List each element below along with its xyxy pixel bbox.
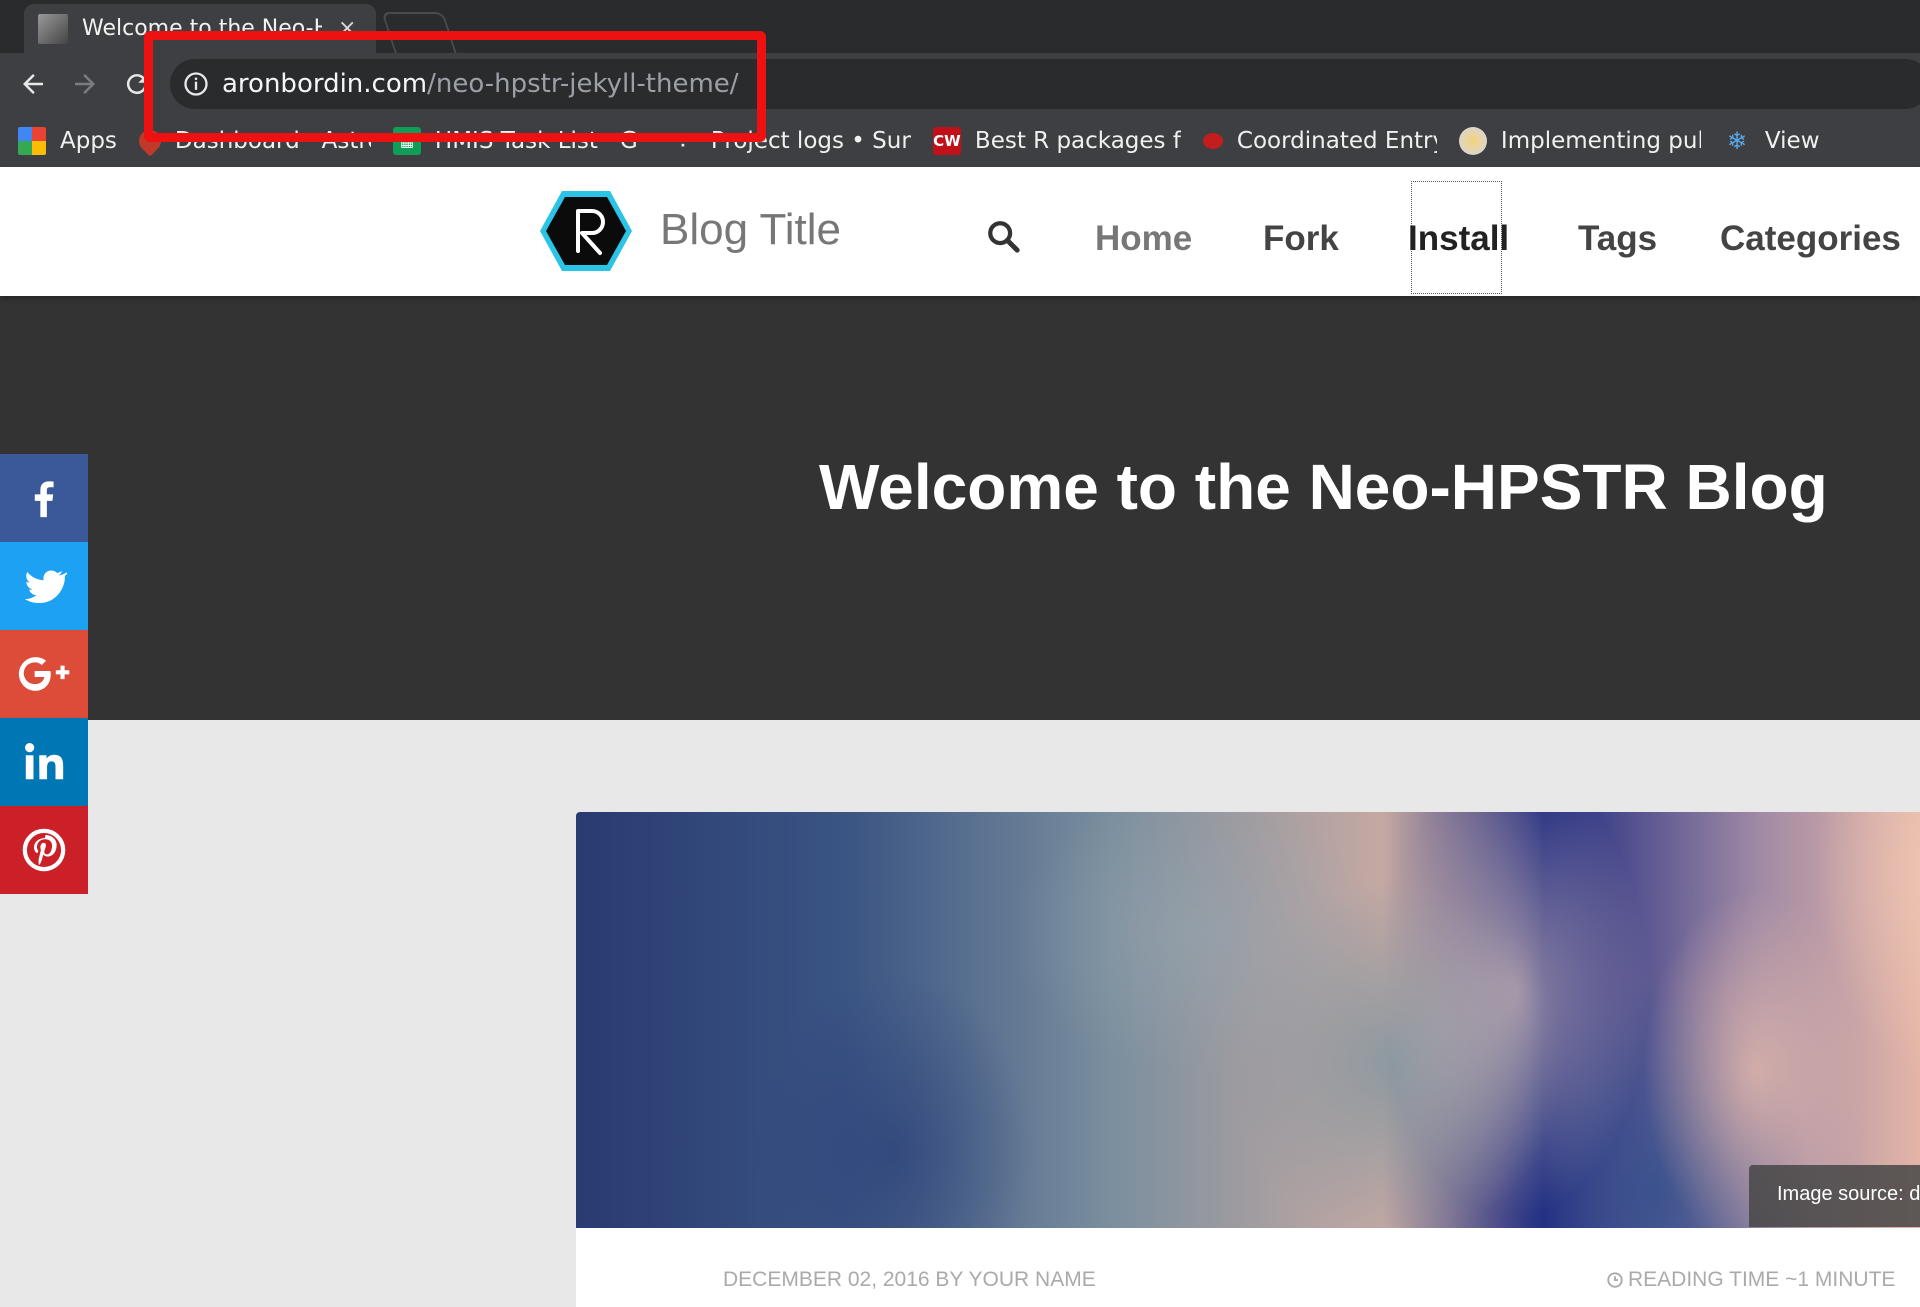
bookmark-hmis-task-list[interactable]: ▦ HMIS Task List · G <box>392 127 647 155</box>
cw-icon: CW <box>932 127 961 155</box>
bookmark-implementing[interactable]: Implementing pul <box>1458 127 1701 155</box>
share-facebook-button[interactable] <box>0 454 88 542</box>
nav-fork[interactable]: Fork <box>1263 219 1339 259</box>
rocket-icon <box>134 125 166 157</box>
dots-icon: ⁘ <box>675 130 691 152</box>
snowflake-icon: ❄ <box>1726 127 1747 155</box>
google-plus-icon <box>18 657 70 691</box>
pinterest-icon <box>22 828 66 872</box>
bookmark-view[interactable]: ❄ View <box>1723 127 1820 155</box>
new-tab-button[interactable] <box>381 12 457 53</box>
page-title: Welcome to the Neo-HPSTR Blog <box>819 451 1828 523</box>
feature-image-blur <box>576 812 1920 1228</box>
bookmark-project-logs[interactable]: ⁘ Project logs • Sun <box>669 127 911 155</box>
share-linkedin-button[interactable] <box>0 718 88 806</box>
back-arrow-icon[interactable] <box>12 63 54 105</box>
share-google-plus-button[interactable] <box>0 630 88 718</box>
article-date-author: DECEMBER 02, 2016 BY YOUR NAME <box>723 1268 1096 1291</box>
sheets-icon: ▦ <box>392 127 421 155</box>
hero-banner: Welcome to the Neo-HPSTR Blog <box>0 296 1920 720</box>
reading-time-text: READING TIME ~1 MINUTE <box>1628 1268 1896 1291</box>
site-header: Blog Title Home Fork Install Tags Catego… <box>0 167 1920 296</box>
feature-image <box>576 812 1920 1228</box>
twitter-icon <box>24 570 67 604</box>
bug-icon <box>1202 133 1223 149</box>
share-sidebar <box>0 454 88 894</box>
share-twitter-button[interactable] <box>0 542 88 630</box>
tab-title: Welcome to the Neo-H <box>82 16 322 41</box>
url-path: /neo-hpstr-jekyll-theme/ <box>427 69 739 99</box>
tab-favicon-icon <box>38 13 68 44</box>
globe-icon <box>1458 127 1487 155</box>
apps-grid-icon <box>18 127 46 155</box>
bookmark-best-r-packages[interactable]: CW Best R packages f <box>932 127 1181 155</box>
blog-title[interactable]: Blog Title <box>660 205 841 255</box>
reload-icon[interactable] <box>116 63 158 105</box>
bookmark-dashboard[interactable]: Dashboard · Astro <box>134 125 371 157</box>
clock-icon <box>1607 1272 1623 1288</box>
reading-time: READING TIME ~1 MINUTE <box>1606 1268 1895 1292</box>
bookmark-apps[interactable]: Apps <box>18 127 117 155</box>
nav-home[interactable]: Home <box>1095 219 1192 259</box>
facebook-icon <box>34 481 54 518</box>
nav-install[interactable]: Install <box>1408 219 1509 259</box>
site-info-icon[interactable] <box>182 70 210 98</box>
url-host: aronbordin.com <box>222 69 428 99</box>
browser-tab[interactable]: Welcome to the Neo-H × <box>24 4 376 53</box>
search-icon[interactable] <box>986 219 1020 253</box>
tab-close-icon[interactable]: × <box>338 16 356 41</box>
address-bar[interactable]: aronbordin.com/neo-hpstr-jekyll-theme/ <box>170 59 1920 109</box>
bookmarks-bar: Apps Dashboard · Astro ▦ HMIS Task List … <box>0 115 1920 167</box>
forward-arrow-icon[interactable] <box>64 63 106 105</box>
linkedin-icon <box>25 743 64 780</box>
bookmark-coordinated-entry[interactable]: Coordinated Entry <box>1202 128 1437 154</box>
share-pinterest-button[interactable] <box>0 806 88 894</box>
nav-tags[interactable]: Tags <box>1578 219 1657 259</box>
browser-tabstrip: Welcome to the Neo-H × <box>0 0 1920 53</box>
image-source-caption[interactable]: Image source: d <box>1749 1165 1920 1227</box>
browser-toolbar: aronbordin.com/neo-hpstr-jekyll-theme/ <box>0 53 1920 115</box>
site-logo-icon[interactable] <box>538 189 634 273</box>
nav-categories[interactable]: Categories <box>1720 219 1901 259</box>
article-meta: DECEMBER 02, 2016 BY YOUR NAME READING T… <box>576 1228 1920 1307</box>
